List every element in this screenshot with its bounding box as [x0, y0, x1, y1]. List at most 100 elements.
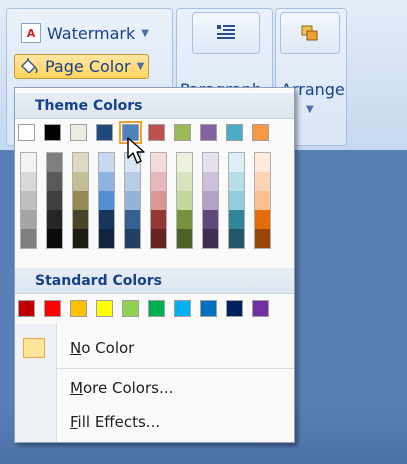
arrange-icon	[301, 25, 318, 41]
theme-shade-swatch[interactable]	[21, 210, 36, 229]
theme-shade-swatch[interactable]	[73, 153, 88, 172]
chevron-down-icon: ▼	[306, 104, 314, 115]
theme-shade-swatch[interactable]	[99, 229, 114, 248]
theme-shade-swatch[interactable]	[21, 191, 36, 210]
theme-shade-swatch[interactable]	[99, 210, 114, 229]
theme-shade-swatch[interactable]	[177, 153, 192, 172]
theme-shade-swatch[interactable]	[151, 229, 166, 248]
more-colors-label: More Colors...	[70, 379, 174, 397]
theme-shade-swatch[interactable]	[229, 210, 244, 229]
theme-shade-swatch[interactable]	[47, 153, 62, 172]
theme-shade-swatch[interactable]	[99, 172, 114, 191]
no-color-label: No Color	[70, 339, 135, 357]
theme-shade-swatch[interactable]	[255, 153, 270, 172]
theme-shade-swatch[interactable]	[203, 172, 218, 191]
theme-color-swatch[interactable]	[18, 124, 35, 141]
theme-color-swatch[interactable]	[252, 124, 269, 141]
standard-color-swatch[interactable]	[174, 300, 191, 317]
theme-shade-swatch[interactable]	[99, 191, 114, 210]
theme-shade-swatch[interactable]	[125, 191, 140, 210]
theme-shade-swatch[interactable]	[177, 172, 192, 191]
theme-shade-column	[150, 152, 167, 249]
theme-shade-swatch[interactable]	[177, 191, 192, 210]
theme-color-row	[18, 121, 278, 144]
theme-shade-swatch[interactable]	[125, 229, 140, 248]
standard-color-swatch[interactable]	[18, 300, 35, 317]
mouse-cursor-icon	[127, 137, 145, 164]
theme-shade-swatch[interactable]	[229, 153, 244, 172]
page-color-menu: Theme Colors Standard Colors No Color Mo…	[14, 87, 295, 443]
theme-shade-swatch[interactable]	[255, 210, 270, 229]
theme-shade-swatch[interactable]	[47, 172, 62, 191]
watermark-button[interactable]: A Watermark ▼	[16, 20, 154, 46]
theme-color-swatch[interactable]	[70, 124, 87, 141]
theme-shade-swatch[interactable]	[255, 191, 270, 210]
theme-color-swatch[interactable]	[226, 124, 243, 141]
theme-shade-column	[202, 152, 219, 249]
theme-shade-swatch[interactable]	[255, 229, 270, 248]
theme-shade-column	[124, 152, 141, 249]
theme-shade-column	[228, 152, 245, 249]
theme-shade-swatch[interactable]	[229, 172, 244, 191]
theme-shade-swatch[interactable]	[203, 153, 218, 172]
theme-shade-swatch[interactable]	[21, 153, 36, 172]
chevron-down-icon: ▼	[136, 61, 145, 72]
theme-shade-swatch[interactable]	[21, 229, 36, 248]
theme-shade-swatch[interactable]	[255, 172, 270, 191]
theme-shade-column	[20, 152, 37, 249]
theme-color-swatch[interactable]	[174, 124, 191, 141]
theme-shade-swatch[interactable]	[73, 172, 88, 191]
standard-color-swatch[interactable]	[226, 300, 243, 317]
theme-shade-swatch[interactable]	[151, 153, 166, 172]
no-color-item[interactable]: No Color	[15, 332, 294, 364]
standard-color-swatch[interactable]	[70, 300, 87, 317]
standard-color-swatch[interactable]	[252, 300, 269, 317]
theme-color-swatch[interactable]	[96, 124, 113, 141]
menu-separator	[55, 368, 294, 369]
theme-shade-swatch[interactable]	[47, 229, 62, 248]
theme-shade-swatch[interactable]	[203, 191, 218, 210]
standard-colors-header: Standard Colors	[15, 268, 294, 294]
watermark-label: Watermark	[47, 23, 136, 43]
standard-color-swatch[interactable]	[200, 300, 217, 317]
theme-shade-swatch[interactable]	[125, 172, 140, 191]
theme-shade-swatch[interactable]	[73, 191, 88, 210]
standard-color-swatch[interactable]	[122, 300, 139, 317]
paragraph-button[interactable]	[192, 12, 260, 54]
theme-shade-column	[176, 152, 193, 249]
paragraph-icon	[217, 25, 235, 39]
theme-shade-swatch[interactable]	[21, 172, 36, 191]
theme-color-swatch[interactable]	[200, 124, 217, 141]
fill-effects-item[interactable]: Fill Effects...	[15, 406, 294, 438]
theme-shade-swatch[interactable]	[125, 210, 140, 229]
theme-shade-swatch[interactable]	[99, 153, 114, 172]
page-color-button[interactable]: Page Color ▼	[14, 54, 150, 79]
theme-color-swatch[interactable]	[148, 124, 165, 141]
theme-shade-swatch[interactable]	[177, 210, 192, 229]
theme-shade-swatch[interactable]	[203, 229, 218, 248]
theme-shade-column	[46, 152, 63, 249]
watermark-icon: A	[21, 23, 41, 43]
standard-color-row	[18, 300, 278, 317]
theme-color-swatch[interactable]	[44, 124, 61, 141]
theme-shade-swatch[interactable]	[151, 172, 166, 191]
chevron-down-icon: ▼	[141, 27, 149, 39]
theme-shade-swatch[interactable]	[203, 210, 218, 229]
more-colors-item[interactable]: More Colors...	[15, 372, 294, 404]
standard-color-swatch[interactable]	[148, 300, 165, 317]
theme-shade-swatch[interactable]	[73, 229, 88, 248]
paint-bucket-icon	[20, 57, 38, 76]
no-color-chip-icon	[23, 338, 45, 358]
arrange-button[interactable]	[280, 12, 340, 54]
theme-shade-swatch[interactable]	[229, 229, 244, 248]
theme-shade-swatch[interactable]	[229, 191, 244, 210]
standard-color-swatch[interactable]	[44, 300, 61, 317]
theme-shade-swatch[interactable]	[47, 191, 62, 210]
page-color-label: Page Color	[45, 57, 131, 76]
theme-shade-swatch[interactable]	[151, 191, 166, 210]
theme-shade-swatch[interactable]	[47, 210, 62, 229]
theme-shade-swatch[interactable]	[73, 210, 88, 229]
standard-color-swatch[interactable]	[96, 300, 113, 317]
theme-shade-swatch[interactable]	[177, 229, 192, 248]
theme-shade-swatch[interactable]	[151, 210, 166, 229]
